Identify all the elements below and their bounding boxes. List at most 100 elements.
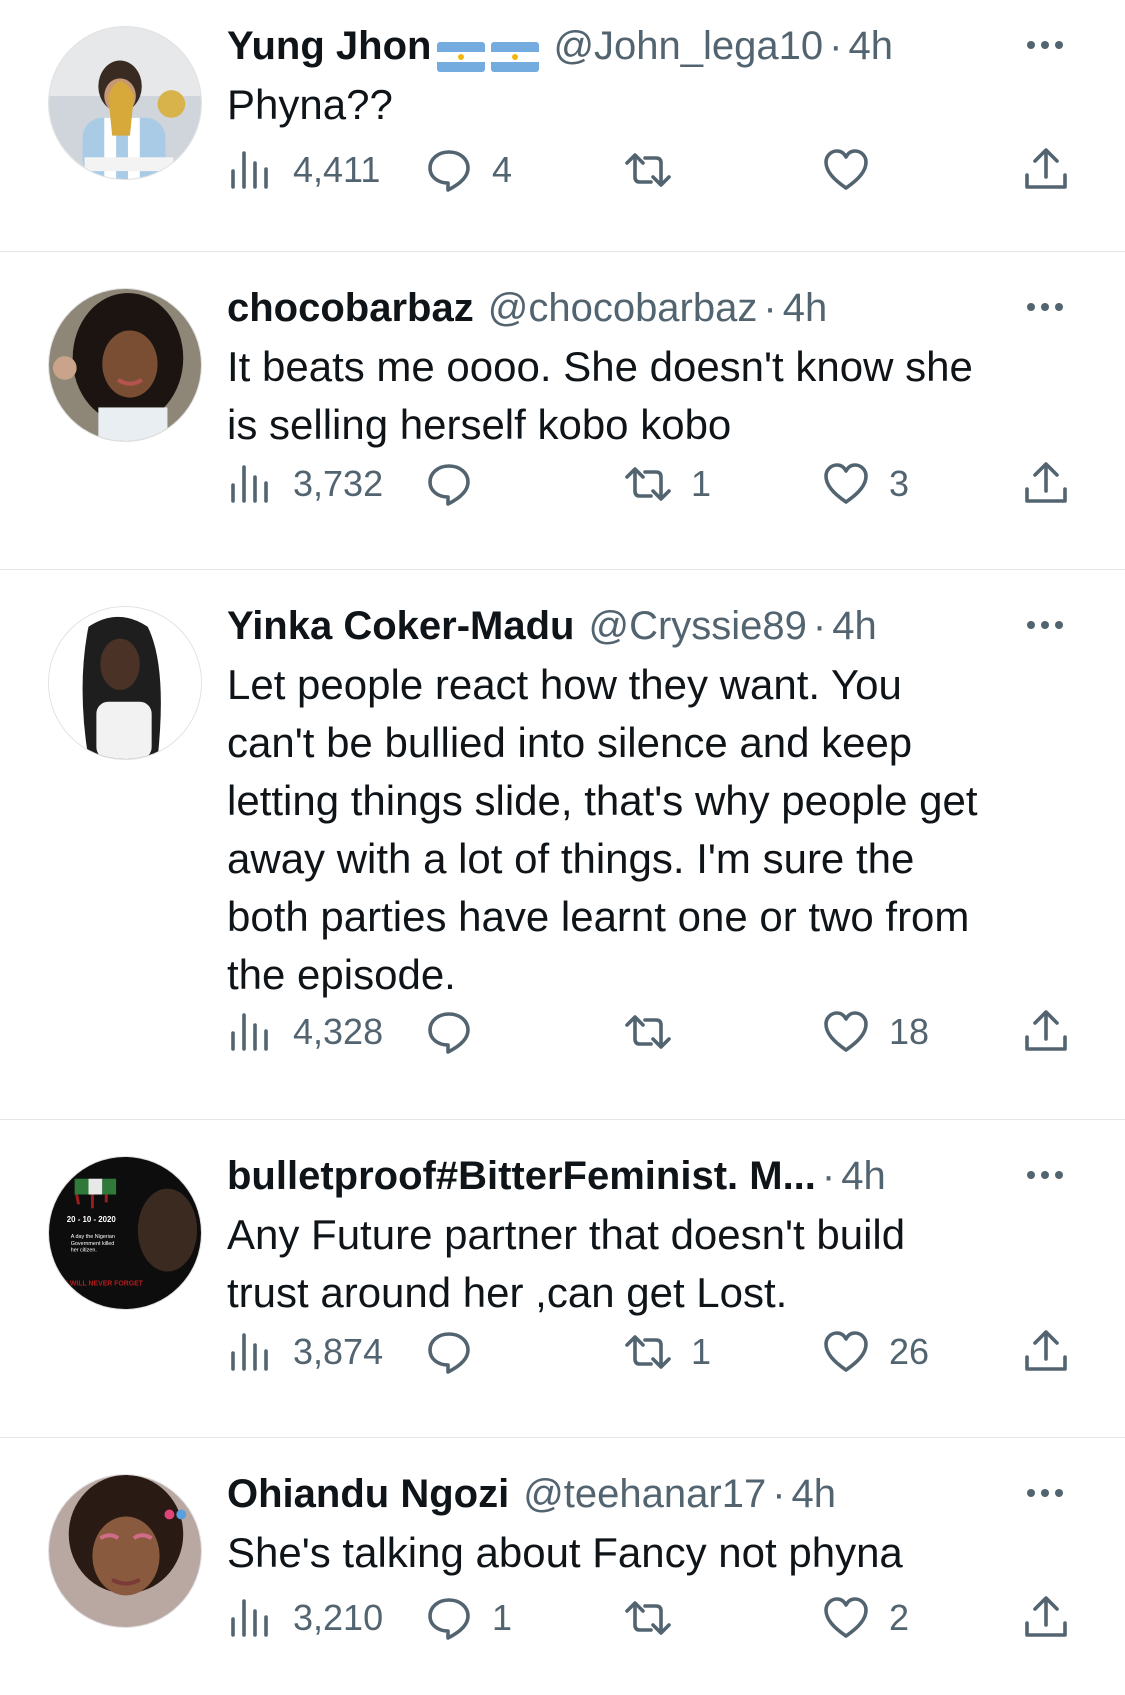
- like-count: 3: [889, 463, 910, 504]
- avatar-caption-line: A day the Nigerian: [71, 1234, 115, 1240]
- retweet-button[interactable]: 1: [625, 1322, 711, 1382]
- like-button[interactable]: 3: [823, 454, 909, 514]
- share-button[interactable]: [1023, 1322, 1089, 1382]
- user-handle[interactable]: @chocobarbaz: [488, 280, 758, 336]
- retweet-button[interactable]: [625, 1002, 691, 1062]
- views-button[interactable]: 4,328: [227, 1002, 383, 1062]
- views-button[interactable]: 4,411: [227, 140, 380, 200]
- user-name[interactable]: bulletproof#BitterFeminist. M...: [227, 1148, 816, 1204]
- reply-icon: [428, 150, 470, 192]
- reply-button[interactable]: 4: [426, 140, 512, 200]
- views-button[interactable]: 3,210: [227, 1588, 383, 1648]
- user-handle[interactable]: @John_lega10: [553, 18, 823, 74]
- retweet-button[interactable]: [625, 1588, 691, 1648]
- user-name[interactable]: chocobarbaz: [227, 280, 474, 336]
- reply-count: 4: [492, 149, 513, 190]
- avatar[interactable]: 20 - 10 - 2020 A day the Nigerian Govern…: [48, 1156, 202, 1310]
- argentina-flag-icon: [437, 31, 486, 72]
- like-count: 18: [889, 1011, 930, 1052]
- more-icon[interactable]: [1021, 30, 1069, 60]
- timestamp[interactable]: 4h: [848, 18, 893, 74]
- reply-button[interactable]: [426, 1002, 492, 1062]
- views-icon: [231, 1333, 268, 1371]
- share-icon: [1025, 1330, 1067, 1371]
- separator-dot: ·: [763, 286, 777, 330]
- tweet-text: Phyna??: [227, 81, 393, 128]
- more-icon[interactable]: [1021, 1478, 1069, 1508]
- tweet-text: Let people react how they want. You can'…: [227, 661, 978, 998]
- share-icon: [1025, 462, 1067, 503]
- timestamp[interactable]: 4h: [783, 280, 828, 336]
- like-button[interactable]: [823, 140, 889, 200]
- tweet-header: bulletproof#BitterFeminist. M... · 4h: [227, 1148, 1069, 1204]
- separator-dot: ·: [772, 1472, 786, 1516]
- user-handle[interactable]: @Cryssie89: [588, 598, 806, 654]
- separator-dot: ·: [821, 1154, 836, 1198]
- views-icon: [231, 151, 268, 189]
- heart-icon: [824, 1597, 868, 1638]
- share-button[interactable]: [1023, 1588, 1089, 1648]
- reply-icon: [428, 1598, 470, 1640]
- views-count: 4,328: [293, 1011, 384, 1052]
- reply-icon: [428, 1012, 470, 1054]
- timestamp[interactable]: 4h: [832, 598, 877, 654]
- views-button[interactable]: 3,732: [227, 454, 383, 514]
- more-icon[interactable]: [1021, 610, 1069, 640]
- retweet-icon: [625, 1015, 671, 1049]
- retweet-button[interactable]: [625, 140, 691, 200]
- user-name[interactable]: Yung Jhon: [227, 18, 431, 74]
- tweet-header: Yinka Coker-Madu @Cryssie89 · 4h: [227, 598, 1069, 654]
- reply-button[interactable]: 1: [426, 1588, 512, 1648]
- tweet[interactable]: Ohiandu Ngozi @teehanar17 · 4h She's tal…: [0, 1438, 1125, 1694]
- user-name[interactable]: Yinka Coker-Madu: [227, 598, 574, 654]
- share-icon: [1025, 148, 1067, 189]
- share-button[interactable]: [1023, 1002, 1089, 1062]
- avatar[interactable]: [48, 1474, 202, 1628]
- views-button[interactable]: 3,874: [227, 1322, 383, 1382]
- heart-icon: [824, 1011, 868, 1052]
- timestamp[interactable]: 4h: [841, 1148, 886, 1204]
- views-icon: [231, 1013, 268, 1051]
- tweet[interactable]: Yung Jhon @John_lega10 · 4h Phyna?? 4,41…: [0, 0, 1125, 252]
- avatar-caption-line: Government killed: [71, 1241, 115, 1247]
- share-icon: [1025, 1596, 1067, 1637]
- tweet[interactable]: 20 - 10 - 2020 A day the Nigerian Govern…: [0, 1120, 1125, 1438]
- reply-feed: Yung Jhon @John_lega10 · 4h Phyna?? 4,41…: [0, 0, 1125, 1694]
- like-count: 2: [889, 1597, 910, 1638]
- like-button[interactable]: 2: [823, 1588, 909, 1648]
- retweet-button[interactable]: 1: [625, 454, 711, 514]
- tweet-text: It beats me oooo. She doesn't know she i…: [227, 343, 973, 448]
- reply-icon: [428, 1332, 470, 1374]
- tweet-actions: 3,732 1 3: [227, 454, 1069, 514]
- views-icon: [231, 465, 268, 503]
- tweet-actions: 3,210 1 2: [227, 1588, 1069, 1648]
- tweet-text: Any Future partner that doesn't build tr…: [227, 1211, 906, 1316]
- like-count: 26: [889, 1331, 930, 1372]
- avatar-caption-date: 20 - 10 - 2020: [67, 1215, 117, 1224]
- avatar[interactable]: [48, 26, 202, 180]
- tweet-header: Yung Jhon @John_lega10 · 4h: [227, 18, 1069, 74]
- reply-button[interactable]: [426, 454, 492, 514]
- user-name[interactable]: Ohiandu Ngozi: [227, 1466, 509, 1522]
- share-button[interactable]: [1023, 140, 1089, 200]
- retweet-icon: [625, 1601, 671, 1635]
- share-button[interactable]: [1023, 454, 1089, 514]
- heart-icon: [824, 463, 868, 504]
- tweet-header: Ohiandu Ngozi @teehanar17 · 4h: [227, 1466, 1069, 1522]
- like-button[interactable]: 26: [823, 1322, 929, 1382]
- views-count: 3,732: [293, 463, 384, 504]
- retweet-icon: [625, 1335, 671, 1369]
- tweet[interactable]: chocobarbaz @chocobarbaz · 4h It beats m…: [0, 252, 1125, 570]
- more-icon[interactable]: [1021, 292, 1069, 322]
- reply-button[interactable]: [426, 1322, 492, 1382]
- views-count: 3,210: [293, 1597, 384, 1638]
- more-icon[interactable]: [1021, 1160, 1069, 1190]
- avatar[interactable]: [48, 288, 202, 442]
- avatar[interactable]: [48, 606, 202, 760]
- tweet-text: She's talking about Fancy not phyna: [227, 1529, 903, 1576]
- timestamp[interactable]: 4h: [792, 1466, 837, 1522]
- tweet[interactable]: Yinka Coker-Madu @Cryssie89 · 4h Let peo…: [0, 570, 1125, 1120]
- like-button[interactable]: 18: [823, 1002, 929, 1062]
- user-handle[interactable]: @teehanar17: [523, 1466, 766, 1522]
- retweet-icon: [625, 153, 671, 187]
